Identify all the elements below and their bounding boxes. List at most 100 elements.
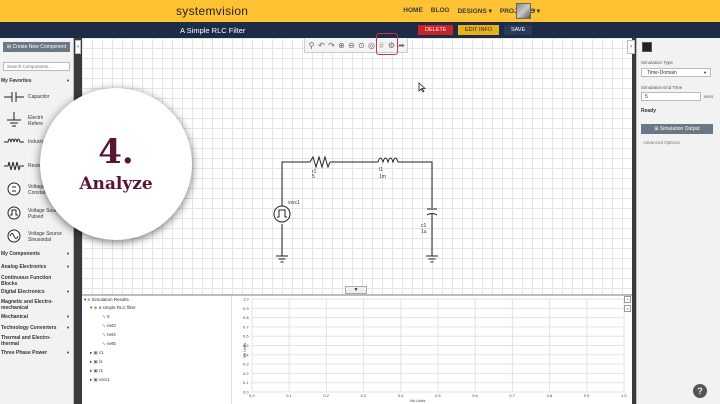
advanced-options-link[interactable]: Advanced Options	[643, 140, 680, 145]
create-component-button[interactable]: ⊞ Create New Component	[3, 42, 70, 52]
save-button[interactable]: SAVE	[504, 25, 533, 35]
inductor-l1[interactable]	[377, 157, 399, 164]
x-tick-label: 0.8	[547, 393, 553, 398]
section-my-components[interactable]: My Components ▼	[1, 251, 72, 257]
section-label: Magnetic and Electro-mechanical	[1, 299, 53, 311]
simulation-status: Ready	[641, 108, 657, 114]
section-label: Technology Converters	[1, 325, 57, 331]
expand-plot-icon[interactable]: +	[624, 296, 631, 303]
r1-value: 5	[312, 174, 315, 180]
component-electrical-reference[interactable]: Electrical Reference	[28, 115, 43, 127]
x-axis-label: No Units	[410, 398, 425, 403]
zoom-fit-icon[interactable]: ⊙	[357, 41, 366, 50]
tree-component[interactable]: ▸ ▣ c1	[90, 350, 104, 356]
nav-designs[interactable]: DESIGNS ▾	[458, 7, 492, 15]
pulse-voltage-source-icon	[7, 206, 21, 220]
section-mechanical[interactable]: Mechanical ▼	[1, 314, 72, 320]
undo-icon[interactable]: ↶	[317, 41, 326, 50]
x-tick-label: 0.0	[249, 393, 255, 398]
waveform-icon: ∿	[102, 332, 106, 337]
nav-home[interactable]: HOME	[403, 7, 423, 15]
simulation-type-value: Time-Domain	[647, 70, 677, 76]
app-window: systemvision HOME BLOG DESIGNS ▾ PROJECT…	[0, 0, 720, 404]
tree-component[interactable]: ▸ ▣ vsrc1	[90, 377, 110, 383]
nav-blog[interactable]: BLOG	[431, 7, 450, 15]
y-tick-label: 0.8	[243, 315, 249, 320]
x-tick-label: 0.1	[286, 393, 292, 398]
help-icon[interactable]: ?	[693, 384, 707, 398]
component-capacitor[interactable]: Capacitor	[28, 94, 49, 100]
simulation-output-button[interactable]: ⊞ Simulation Output	[641, 124, 713, 134]
section-technology-converters[interactable]: Technology Converters ▼	[1, 325, 72, 331]
section-label: Analog Electronics	[1, 264, 47, 270]
component-search-input[interactable]	[3, 62, 70, 71]
x-tick-label: 0.5	[435, 393, 441, 398]
section-digital-electronics[interactable]: Digital Electronics ▼	[1, 289, 72, 295]
simulate-icon[interactable]	[642, 42, 652, 52]
x-tick-label: 0.9	[584, 393, 590, 398]
resistor-icon	[4, 161, 24, 171]
tree-design[interactable]: ▾ ◉ a simple RLC filter	[90, 305, 135, 311]
l1-label: l1	[379, 167, 383, 173]
tree-root[interactable]: ▾ ■ Simulation Results	[84, 297, 129, 303]
waveform-icon: ∿	[102, 323, 106, 328]
pulse-source-vsrc1[interactable]	[273, 205, 291, 223]
tree-net[interactable]: ∿ net4	[102, 332, 116, 338]
splitter-handle[interactable]: ▼	[345, 286, 367, 294]
tag-icon[interactable]: ⚲	[307, 41, 316, 50]
collapse-left-panel-button[interactable]: ‹	[75, 40, 81, 54]
section-label: Mechanical	[1, 314, 28, 320]
edit-info-button[interactable]: EDIT INFO	[458, 25, 500, 35]
close-plot-icon[interactable]: ×	[624, 305, 631, 312]
tree-net[interactable]: ∿ 0	[102, 314, 110, 320]
section-thermal-electrothermal[interactable]: Thermal and Electro-thermal	[1, 335, 59, 347]
resistor-r1[interactable]	[309, 155, 331, 169]
vsrc1-label: vsrc1	[288, 200, 300, 206]
design-icon: ◉	[93, 305, 98, 310]
logo[interactable]: systemvision	[176, 4, 248, 18]
chevron-down-icon: ▼	[703, 70, 707, 75]
tree-component[interactable]: ▸ ▣ l1	[90, 359, 103, 365]
section-label: My Components	[1, 251, 40, 257]
section-continuous-function-blocks[interactable]: Continuous Function Blocks	[1, 275, 59, 287]
results-tree: ▾ ■ Simulation Results ▾ ◉ a simple RLC …	[82, 296, 232, 404]
folder-icon: ■	[87, 297, 91, 302]
redo-icon[interactable]: ↷	[327, 41, 336, 50]
tree-net[interactable]: ∿ net5	[102, 341, 116, 347]
simulation-panel: Simulation Type Time-Domain ▼ Simulation …	[636, 38, 720, 404]
favorites-header[interactable]: My Favorites ▼	[1, 78, 72, 84]
section-three-phase-power[interactable]: Three Phase Power ▼	[1, 350, 72, 356]
zoom-out-icon[interactable]: ⊖	[347, 41, 356, 50]
design-title: A Simple RLC Filter	[180, 26, 246, 35]
c1-value: 1u	[421, 229, 427, 235]
x-tick-label: 0.3	[361, 393, 367, 398]
tree-component-label: r1	[99, 368, 104, 373]
y-tick-label: 0.6	[243, 334, 249, 339]
simulation-type-select[interactable]: Time-Domain ▼	[641, 68, 711, 77]
component-icon: ▣	[93, 350, 98, 355]
collapse-right-panel-button[interactable]: ›	[627, 40, 635, 54]
component-voltage-source-sinusoidal[interactable]: Voltage Source Sinusoidal	[28, 231, 72, 243]
delete-button[interactable]: DELETE	[418, 25, 454, 35]
zoom-in-icon[interactable]: ⊕	[337, 41, 346, 50]
ground-symbol	[276, 255, 288, 263]
tree-net-label: net5	[107, 341, 116, 346]
section-analog-electronics[interactable]: Analog Electronics ▼	[1, 264, 72, 270]
top-header: systemvision HOME BLOG DESIGNS ▾ PROJECT…	[0, 0, 720, 22]
tree-component-label: vsrc1	[99, 377, 110, 382]
tree-net[interactable]: ∿ net3	[102, 323, 116, 329]
ground-symbol	[426, 255, 438, 263]
hide-icon[interactable]: ◎	[367, 41, 376, 50]
end-time-input[interactable]: 5	[641, 92, 701, 101]
avatar[interactable]	[516, 3, 531, 19]
tree-component[interactable]: ▸ ▣ r1	[90, 368, 103, 374]
waveform-plot[interactable]: 0.0 0.1 0.2 0.3 0.4 0.5 0.6 0.7 0.8 0.9 1.0 1.0 0.9 0…	[232, 296, 632, 404]
share-icon[interactable]: ➦	[397, 41, 406, 50]
chevron-down-icon: ▼	[66, 264, 70, 269]
tree-design-label: a simple RLC filter	[98, 305, 136, 310]
tree-component-label: l1	[99, 359, 103, 364]
chevron-down-icon[interactable]: ▾	[533, 8, 536, 14]
section-magnetic-electromechanical[interactable]: Magnetic and Electro-mechanical	[1, 299, 59, 311]
y-tick-label: 0.3	[243, 362, 249, 367]
x-tick-label: 0.4	[398, 393, 404, 398]
